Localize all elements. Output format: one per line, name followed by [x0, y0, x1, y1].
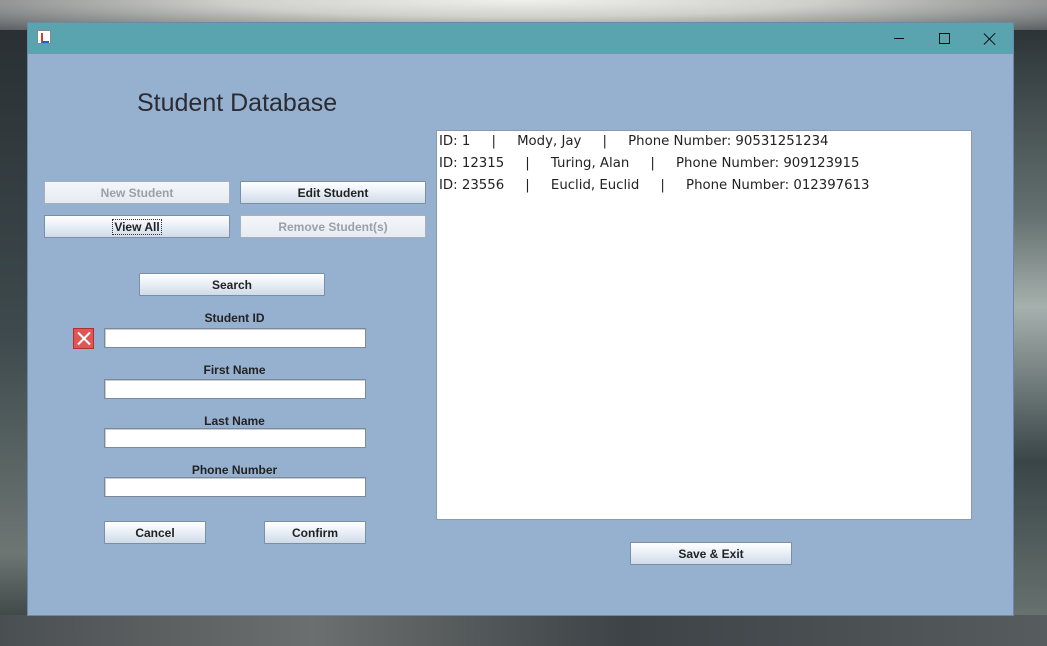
error-icon — [73, 328, 94, 349]
list-item[interactable]: ID: 12315 | Turing, Alan | Phone Number:… — [437, 153, 971, 175]
phone-number-field[interactable] — [104, 477, 366, 497]
new-student-label: New Student — [100, 185, 174, 200]
close-icon — [984, 33, 996, 45]
cancel-label: Cancel — [135, 525, 175, 540]
desktop-background-bottom — [0, 615, 1047, 646]
last-name-field[interactable] — [104, 428, 366, 448]
save-exit-button[interactable]: Save & Exit — [630, 542, 792, 565]
first-name-field[interactable] — [104, 379, 366, 399]
app-window: Student Database New Student Edit Studen… — [28, 23, 1013, 615]
list-item[interactable]: ID: 23556 | Euclid, Euclid | Phone Numbe… — [437, 175, 971, 197]
minimize-icon — [894, 38, 904, 39]
confirm-label: Confirm — [292, 525, 338, 540]
search-button[interactable]: Search — [139, 273, 325, 296]
title-bar[interactable] — [28, 23, 1013, 54]
student-id-label: Student ID — [204, 311, 265, 325]
view-all-button[interactable]: View All — [44, 215, 230, 238]
edit-student-button[interactable]: Edit Student — [240, 181, 426, 204]
remove-students-button[interactable]: Remove Student(s) — [240, 215, 426, 238]
maximize-button[interactable] — [921, 23, 967, 54]
save-exit-label: Save & Exit — [678, 546, 744, 561]
phone-number-label: Phone Number — [191, 463, 278, 477]
java-app-icon — [37, 30, 51, 44]
cancel-button[interactable]: Cancel — [104, 521, 206, 544]
close-button[interactable] — [967, 23, 1013, 54]
maximize-icon — [938, 33, 950, 44]
search-label: Search — [211, 277, 253, 292]
desktop-background-left — [0, 30, 28, 646]
student-id-field[interactable] — [104, 328, 366, 348]
minimize-button[interactable] — [876, 23, 922, 54]
new-student-button[interactable]: New Student — [44, 181, 230, 204]
list-item[interactable]: ID: 1 | Mody, Jay | Phone Number: 905312… — [437, 131, 971, 153]
edit-student-label: Edit Student — [297, 185, 369, 200]
remove-students-label: Remove Student(s) — [278, 219, 388, 234]
first-name-label: First Name — [203, 363, 266, 377]
confirm-button[interactable]: Confirm — [264, 521, 366, 544]
last-name-label: Last Name — [204, 414, 265, 428]
view-all-label: View All — [112, 218, 162, 235]
student-list[interactable]: ID: 1 | Mody, Jay | Phone Number: 905312… — [436, 130, 972, 520]
page-title: Student Database — [137, 89, 338, 117]
desktop-background-right — [1013, 30, 1047, 646]
